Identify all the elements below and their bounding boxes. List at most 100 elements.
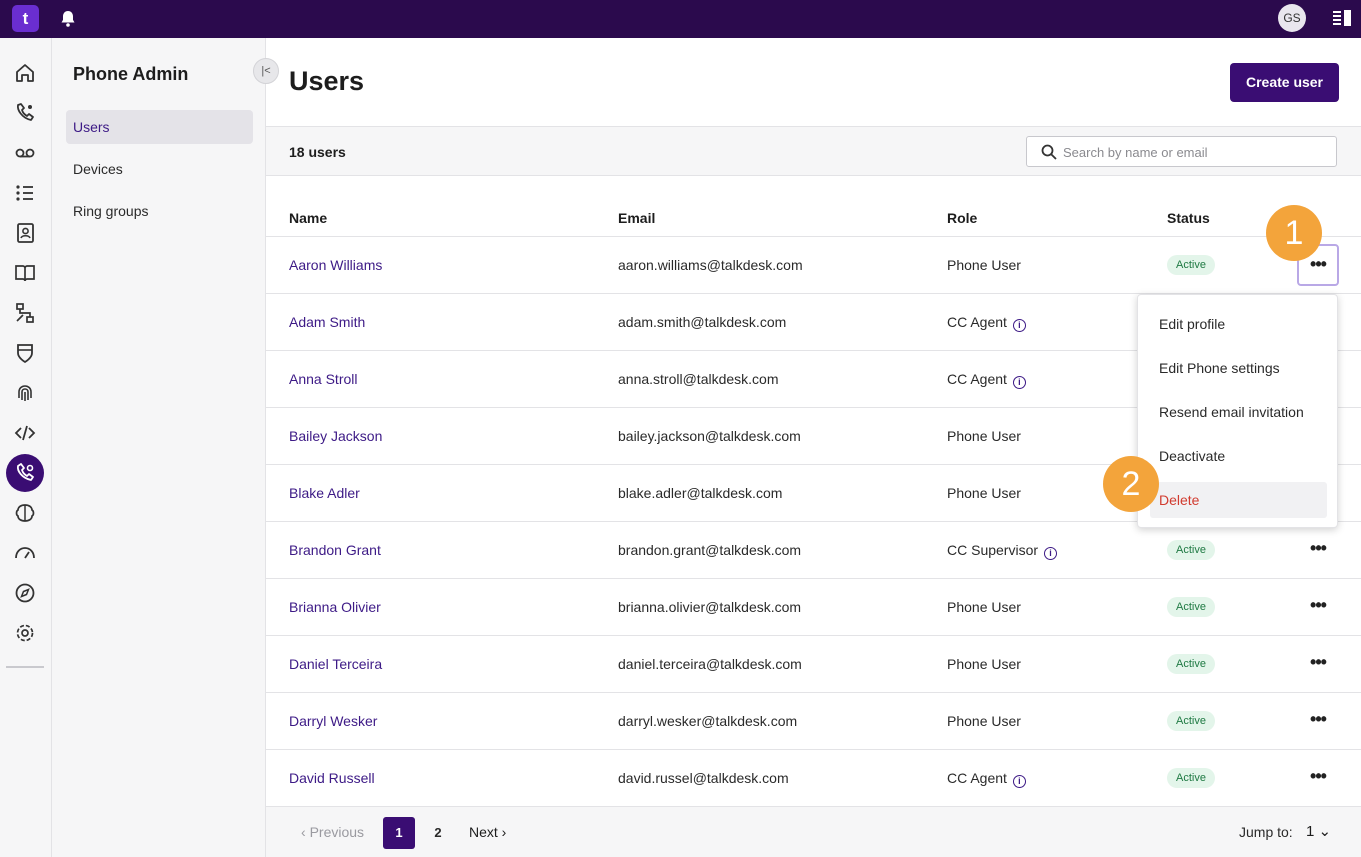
user-role-label: Phone User (947, 428, 1021, 444)
user-name-link[interactable]: Brianna Olivier (289, 599, 381, 615)
menu-item-delete[interactable]: Delete (1150, 482, 1327, 518)
create-user-button[interactable]: Create user (1230, 63, 1339, 102)
table-row: Brandon Grant brandon.grant@talkdesk.com C… (266, 522, 1361, 579)
icon-rail (0, 38, 52, 857)
side-panel-icon[interactable] (1333, 10, 1351, 26)
book-icon[interactable] (12, 260, 38, 286)
user-role: Phone User (947, 485, 1021, 501)
next-page-button[interactable]: Next › (469, 824, 506, 840)
contacts-icon[interactable] (12, 220, 38, 246)
user-name-link[interactable]: Bailey Jackson (289, 428, 382, 444)
status-badge: Active (1167, 255, 1215, 275)
user-name-link[interactable]: Adam Smith (289, 314, 365, 330)
compass-icon[interactable] (12, 580, 38, 606)
previous-page-button[interactable]: ‹ Previous (301, 824, 364, 840)
search-input[interactable] (1063, 141, 1328, 163)
user-name-link[interactable]: Brandon Grant (289, 542, 381, 558)
user-role-label: CC Agent (947, 314, 1007, 330)
info-icon[interactable]: i (1012, 319, 1026, 332)
user-name-link[interactable]: Anna Stroll (289, 371, 357, 387)
sidenav-item-ring-groups[interactable]: Ring groups (66, 194, 253, 228)
brain-icon[interactable] (12, 500, 38, 526)
sidenav-item-devices[interactable]: Devices (66, 152, 253, 186)
more-actions-button[interactable]: ••• (1297, 643, 1339, 685)
menu-item-edit-profile[interactable]: Edit profile (1150, 306, 1327, 342)
gauge-icon[interactable] (12, 540, 38, 566)
list-numbered-icon[interactable] (12, 180, 38, 206)
phone-admin-icon[interactable] (12, 460, 38, 486)
user-role: CC Agent i (947, 371, 1026, 389)
shield-icon[interactable] (12, 340, 38, 366)
more-horizontal-icon: ••• (1310, 595, 1327, 615)
page-2-button[interactable]: 2 (422, 817, 454, 849)
search-icon (1041, 144, 1057, 160)
menu-item-deactivate[interactable]: Deactivate (1150, 438, 1327, 474)
info-icon[interactable]: i (1044, 547, 1058, 560)
bell-icon[interactable] (58, 9, 78, 29)
info-icon[interactable]: i (1012, 376, 1026, 389)
user-role: Phone User (947, 428, 1021, 444)
user-name-link[interactable]: Darryl Wesker (289, 713, 377, 729)
phone-sparkle-icon[interactable] (12, 100, 38, 126)
top-bar: t GS (0, 0, 1361, 38)
avatar[interactable]: GS (1278, 4, 1306, 32)
column-header-email[interactable]: Email (618, 210, 655, 226)
menu-item-resend-invitation[interactable]: Resend email invitation (1150, 394, 1327, 430)
more-horizontal-icon: ••• (1310, 709, 1327, 729)
user-email: brandon.grant@talkdesk.com (618, 542, 802, 558)
column-header-role[interactable]: Role (947, 210, 977, 226)
more-actions-button[interactable]: ••• (1297, 700, 1339, 742)
user-name-link[interactable]: Blake Adler (289, 485, 360, 501)
more-actions-button[interactable]: ••• (1297, 757, 1339, 799)
voicemail-icon[interactable] (12, 140, 38, 166)
user-email: adam.smith@talkdesk.com (618, 314, 787, 330)
page-1-button[interactable]: 1 (383, 817, 415, 849)
user-email: brianna.olivier@talkdesk.com (618, 599, 802, 615)
more-actions-button[interactable]: ••• (1297, 586, 1339, 628)
status-badge: Active (1167, 711, 1215, 731)
column-header-name[interactable]: Name (289, 210, 327, 226)
info-icon[interactable]: i (1012, 775, 1026, 788)
user-role: CC Supervisor i (947, 542, 1058, 560)
row-actions-menu: Edit profile Edit Phone settings Resend … (1137, 294, 1338, 528)
user-name-link[interactable]: David Russell (289, 770, 375, 786)
next-label: Next (469, 824, 498, 840)
table-header: Name Email Role Status (266, 198, 1361, 237)
user-email: blake.adler@talkdesk.com (618, 485, 783, 501)
user-role: Phone User (947, 656, 1021, 672)
status-badge: Active (1167, 540, 1215, 560)
rail-divider (6, 666, 44, 668)
table-row: Brianna Olivier brianna.olivier@talkdesk.… (266, 579, 1361, 636)
menu-item-edit-phone-settings[interactable]: Edit Phone settings (1150, 350, 1327, 386)
user-role: CC Agent i (947, 314, 1026, 332)
sidenav-item-users[interactable]: Users (66, 110, 253, 144)
user-count: 18 users (289, 144, 346, 160)
talkdesk-logo[interactable]: t (12, 5, 39, 32)
chevron-right-icon: › (497, 824, 507, 840)
search-box[interactable] (1026, 136, 1337, 167)
pagination: ‹ Previous 1 2 Next › Jump to: 1 ⌄ (266, 806, 1361, 857)
user-role: CC Agent i (947, 770, 1026, 788)
more-horizontal-icon: ••• (1310, 254, 1327, 274)
column-header-status[interactable]: Status (1167, 210, 1210, 226)
table-row: David Russell david.russel@talkdesk.com CC… (266, 750, 1361, 807)
code-icon[interactable] (12, 420, 38, 446)
flow-icon[interactable] (12, 300, 38, 326)
home-icon[interactable] (12, 60, 38, 86)
fingerprint-icon[interactable] (12, 380, 38, 406)
status-badge: Active (1167, 768, 1215, 788)
status-badge: Active (1167, 597, 1215, 617)
gear-icon[interactable] (12, 620, 38, 646)
jump-to-value: 1 (1306, 823, 1315, 840)
jump-to-select[interactable]: 1 ⌄ (1306, 822, 1331, 840)
user-role: Phone User (947, 713, 1021, 729)
sidenav-title: Phone Admin (73, 64, 189, 84)
user-role-label: CC Agent (947, 371, 1007, 387)
user-role: Phone User (947, 599, 1021, 615)
table-row: Darryl Wesker darryl.wesker@talkdesk.com P… (266, 693, 1361, 750)
more-actions-button[interactable]: ••• (1297, 529, 1339, 571)
step-callout-1: 1 (1266, 205, 1322, 261)
user-name-link[interactable]: Daniel Terceira (289, 656, 382, 672)
user-role-label: Phone User (947, 656, 1021, 672)
user-name-link[interactable]: Aaron Williams (289, 257, 382, 273)
